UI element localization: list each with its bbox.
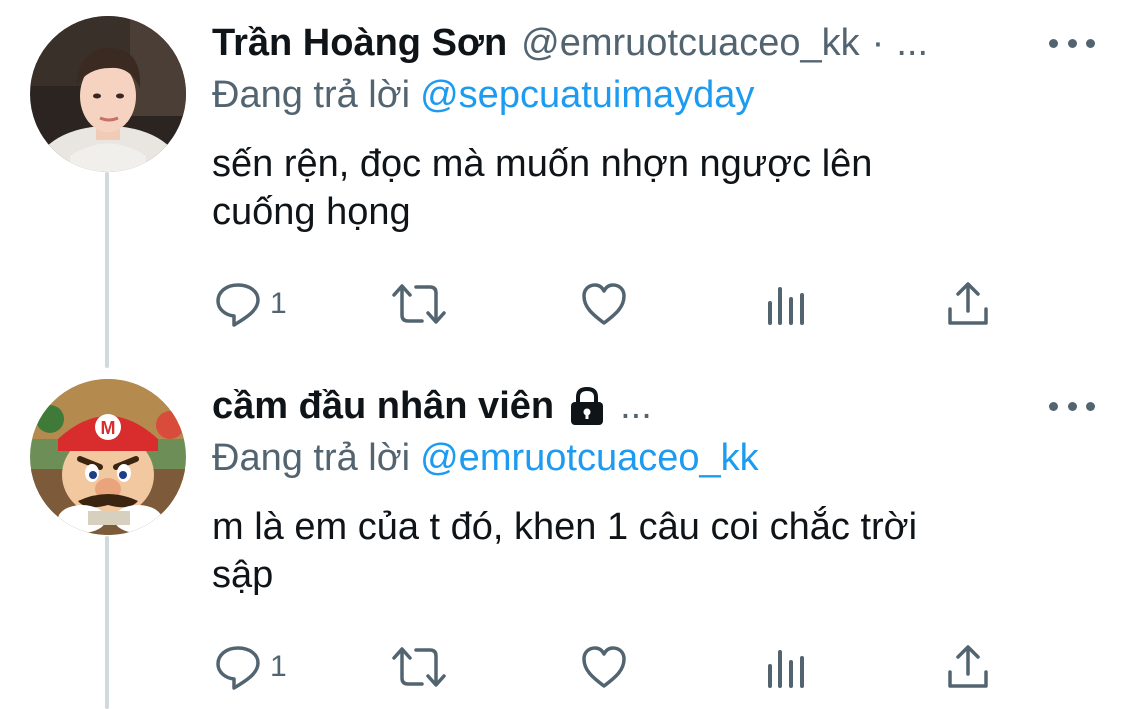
tweet-text-line: sập xyxy=(212,554,274,596)
more-icon[interactable] xyxy=(1049,19,1095,67)
more-icon[interactable] xyxy=(1049,382,1095,430)
reply-context: Đang trả lời @emruotcuaceo_kk xyxy=(212,437,759,480)
tweet-text-line: sến rện, đọc mà muốn nhợn ngược lên xyxy=(212,143,873,185)
retweet-button[interactable] xyxy=(390,642,448,692)
handle[interactable]: @emruotcuaceo_kk xyxy=(521,22,860,65)
reply-count: 1 xyxy=(270,650,287,683)
tweet-actions: 1 xyxy=(0,642,1125,692)
reply-icon xyxy=(214,644,262,690)
share-icon xyxy=(946,644,990,690)
analytics-button[interactable] xyxy=(766,279,806,329)
display-name[interactable]: Trần Hoàng Sơn xyxy=(212,22,507,65)
analytics-button[interactable] xyxy=(766,642,806,692)
avatar[interactable] xyxy=(30,16,186,172)
retweet-icon xyxy=(390,644,448,690)
tweet-text-line: cuống họng xyxy=(212,191,411,233)
display-name[interactable]: cầm đầu nhân viên xyxy=(212,385,554,428)
reply-prefix: Đang trả lời xyxy=(212,437,411,479)
separator: · xyxy=(871,21,885,64)
retweet-icon xyxy=(390,281,448,327)
like-button[interactable] xyxy=(580,279,628,329)
thread-line xyxy=(105,172,109,368)
share-button[interactable] xyxy=(946,279,990,329)
reply-button[interactable]: 1 xyxy=(214,279,287,329)
tweet-text: m là em của t đó, khen 1 câu coi chắc tr… xyxy=(212,503,1092,599)
reply-icon xyxy=(214,281,262,327)
like-icon xyxy=(580,281,628,327)
svg-text:M: M xyxy=(101,418,116,438)
reply-mention[interactable]: @emruotcuaceo_kk xyxy=(420,437,759,479)
reply-count: 1 xyxy=(270,287,287,320)
truncation: ... xyxy=(620,384,652,427)
tweet-header: cầm đầu nhân viên ... xyxy=(212,382,1095,430)
analytics-icon xyxy=(766,644,806,690)
retweet-button[interactable] xyxy=(390,279,448,329)
tweet-text: sến rện, đọc mà muốn nhợn ngược lên cuốn… xyxy=(212,140,1092,236)
reply-mention[interactable]: @sepcuatuimayday xyxy=(420,74,754,116)
tweet-header: Trần Hoàng Sơn @emruotcuaceo_kk · ... xyxy=(212,19,1095,67)
reply-context: Đang trả lời @sepcuatuimayday xyxy=(212,74,754,117)
like-button[interactable] xyxy=(580,642,628,692)
share-icon xyxy=(946,281,990,327)
tweet-text-line: m là em của t đó, khen 1 câu coi chắc tr… xyxy=(212,506,918,548)
like-icon xyxy=(580,644,628,690)
analytics-icon xyxy=(766,281,806,327)
reply-prefix: Đang trả lời xyxy=(212,74,411,116)
truncation: ... xyxy=(896,21,929,64)
reply-button[interactable]: 1 xyxy=(214,642,287,692)
avatar[interactable]: M xyxy=(30,379,186,535)
share-button[interactable] xyxy=(946,642,990,692)
tweet-actions: 1 xyxy=(0,279,1125,329)
lock-icon xyxy=(566,385,608,427)
